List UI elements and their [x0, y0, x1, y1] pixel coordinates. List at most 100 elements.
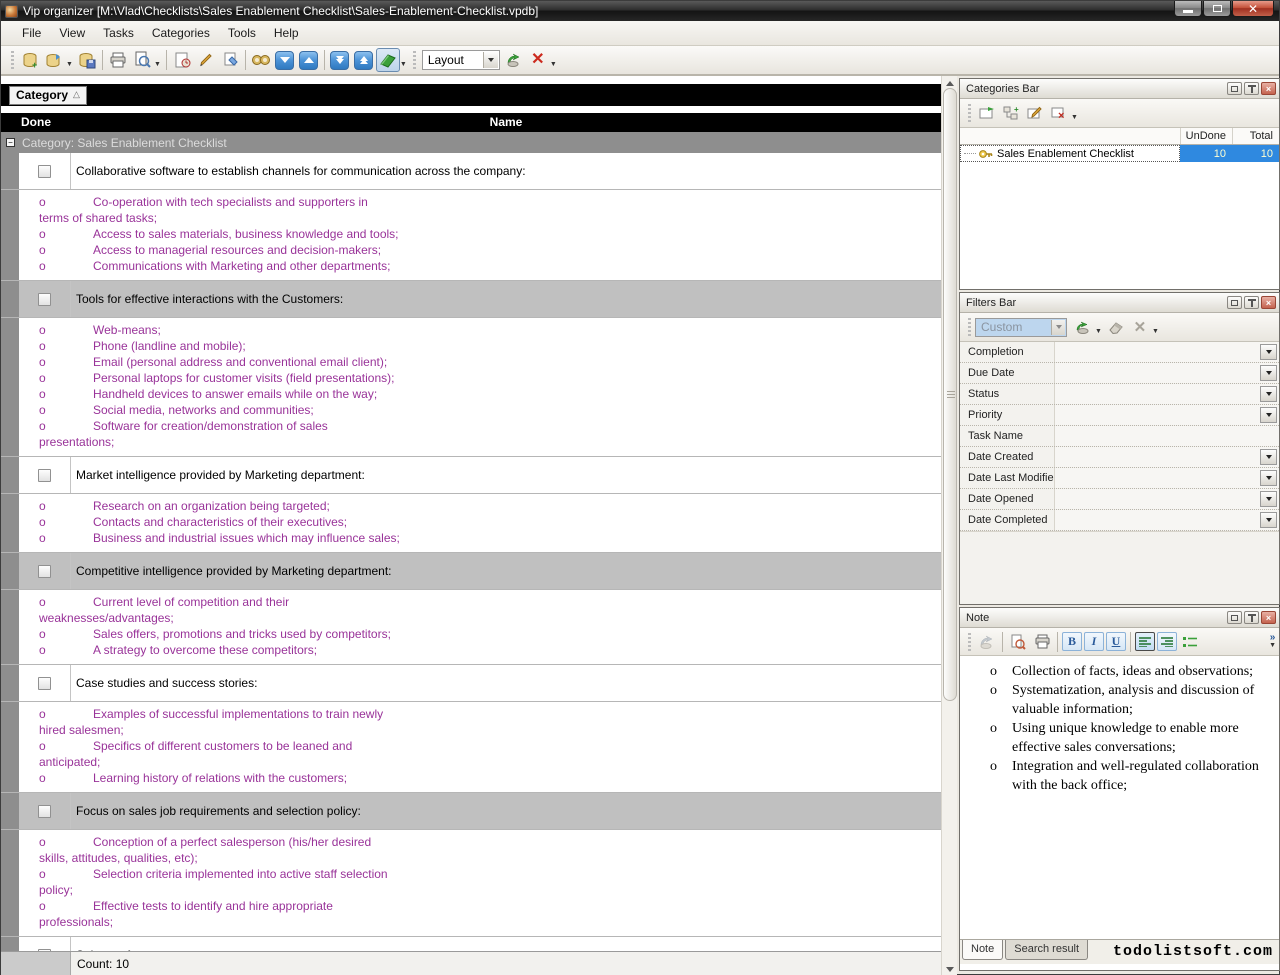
- note-toolbar-overflow-icon[interactable]: »▼: [1269, 634, 1276, 650]
- apply-layout-icon[interactable]: [502, 48, 526, 72]
- bullet-list-icon[interactable]: [1178, 630, 1202, 654]
- new-category-icon[interactable]: [975, 101, 999, 125]
- save-database-icon[interactable]: [75, 48, 99, 72]
- task-list-scrollbar[interactable]: [941, 76, 957, 975]
- close-button[interactable]: ✕: [1232, 1, 1274, 17]
- note-close-icon[interactable]: ×: [1261, 611, 1276, 624]
- layout-dropdown-icon[interactable]: ▼: [400, 61, 407, 68]
- open-database-dropdown-icon[interactable]: ▼: [66, 61, 73, 68]
- toolbar-overflow-icon[interactable]: ▼: [550, 61, 557, 68]
- open-database-icon[interactable]: [42, 48, 66, 72]
- task-row[interactable]: Sales performance management:: [1, 937, 941, 951]
- print-dropdown-icon[interactable]: ▼: [154, 61, 161, 68]
- filter-value-field[interactable]: [1055, 405, 1279, 425]
- delete-task-icon[interactable]: [218, 48, 242, 72]
- collapse-group-icon[interactable]: −: [6, 138, 15, 147]
- delete-layout-icon[interactable]: ✕: [526, 48, 550, 72]
- filter-value-field[interactable]: [1055, 363, 1279, 383]
- scroll-down-icon[interactable]: [943, 962, 957, 975]
- menu-file[interactable]: File: [13, 23, 50, 43]
- note-preview-icon[interactable]: [1006, 630, 1030, 654]
- column-header-done[interactable]: Done: [1, 113, 71, 132]
- menu-help[interactable]: Help: [265, 23, 308, 43]
- filter-dropdown-icon[interactable]: [1260, 365, 1277, 381]
- menu-tasks[interactable]: Tasks: [94, 23, 143, 43]
- filter-value-field[interactable]: [1055, 384, 1279, 404]
- category-row[interactable]: Sales Enablement Checklist1010: [960, 145, 1279, 162]
- categories-pin-icon[interactable]: [1244, 82, 1259, 95]
- task-row[interactable]: Competitive intelligence provided by Mar…: [1, 553, 941, 590]
- apply-filter-icon[interactable]: [1071, 315, 1095, 339]
- layout-combobox-arrow-icon[interactable]: [483, 52, 498, 68]
- tab-note[interactable]: Note: [962, 940, 1003, 960]
- clear-filter-icon[interactable]: [1104, 315, 1128, 339]
- categories-toolbar-overflow-icon[interactable]: ▼: [1071, 114, 1078, 121]
- total-column-header[interactable]: Total: [1232, 128, 1279, 144]
- filter-value-field[interactable]: [1055, 489, 1279, 509]
- categories-close-icon[interactable]: ×: [1261, 82, 1276, 95]
- filter-preset-combobox[interactable]: Custom: [975, 318, 1067, 337]
- edit-category-icon[interactable]: [1023, 101, 1047, 125]
- category-group-row[interactable]: − Category: Sales Enablement Checklist: [1, 132, 941, 153]
- filter-dropdown-icon[interactable]: [1260, 344, 1277, 360]
- print-icon[interactable]: [106, 48, 130, 72]
- edit-task-icon[interactable]: [194, 48, 218, 72]
- underline-icon[interactable]: U: [1106, 632, 1126, 651]
- note-content[interactable]: oCollection of facts, ideas and observat…: [960, 656, 1279, 939]
- bold-icon[interactable]: B: [1062, 632, 1082, 651]
- task-checkbox[interactable]: [38, 165, 51, 178]
- group-by-category-button[interactable]: Category △: [9, 86, 87, 105]
- menu-view[interactable]: View: [50, 23, 94, 43]
- task-row[interactable]: Focus on sales job requirements and sele…: [1, 793, 941, 830]
- new-database-icon[interactable]: +: [18, 48, 42, 72]
- category-row-label-area[interactable]: Sales Enablement Checklist: [960, 145, 1180, 162]
- filter-dropdown-icon[interactable]: [1260, 470, 1277, 486]
- filter-dropdown-icon[interactable]: [1260, 512, 1277, 528]
- print-preview-icon[interactable]: [130, 48, 154, 72]
- filters-pin-icon[interactable]: [1244, 296, 1259, 309]
- filter-value-field[interactable]: [1055, 510, 1279, 530]
- note-apply-icon[interactable]: [975, 630, 999, 654]
- delete-filter-icon[interactable]: ✕: [1128, 315, 1152, 339]
- filters-restore-icon[interactable]: [1227, 296, 1242, 309]
- task-row[interactable]: Market intelligence provided by Marketin…: [1, 457, 941, 494]
- align-left-icon[interactable]: [1135, 632, 1155, 651]
- note-restore-icon[interactable]: [1227, 611, 1242, 624]
- delete-category-icon[interactable]: ×: [1047, 101, 1071, 125]
- apply-filter-dropdown-icon[interactable]: ▼: [1095, 328, 1102, 335]
- move-down-icon[interactable]: [273, 48, 297, 72]
- restore-button[interactable]: [1203, 1, 1231, 17]
- minimize-button[interactable]: [1174, 1, 1202, 17]
- column-header-name[interactable]: Name: [71, 113, 941, 132]
- filter-value-field[interactable]: [1055, 447, 1279, 467]
- task-checkbox[interactable]: [38, 469, 51, 482]
- tab-search-result[interactable]: Search result: [1005, 940, 1088, 960]
- task-checkbox[interactable]: [38, 805, 51, 818]
- task-row[interactable]: Case studies and success stories:: [1, 665, 941, 702]
- scrollbar-thumb[interactable]: [943, 88, 957, 701]
- move-up-icon[interactable]: [297, 48, 321, 72]
- filter-dropdown-icon[interactable]: [1260, 491, 1277, 507]
- task-checkbox[interactable]: [38, 565, 51, 578]
- filters-toolbar-overflow-icon[interactable]: ▼: [1152, 328, 1159, 335]
- task-checkbox[interactable]: [38, 293, 51, 306]
- find-icon[interactable]: [249, 48, 273, 72]
- new-subcategory-icon[interactable]: +: [999, 101, 1023, 125]
- align-right-icon[interactable]: [1157, 632, 1177, 651]
- undone-column-header[interactable]: UnDone: [1180, 128, 1232, 144]
- note-pin-icon[interactable]: [1244, 611, 1259, 624]
- categories-restore-icon[interactable]: [1227, 82, 1242, 95]
- filters-close-icon[interactable]: ×: [1261, 296, 1276, 309]
- filter-preset-arrow-icon[interactable]: [1051, 320, 1065, 335]
- filter-value-field[interactable]: [1055, 342, 1279, 362]
- move-top-icon[interactable]: [352, 48, 376, 72]
- filter-dropdown-icon[interactable]: [1260, 386, 1277, 402]
- new-task-icon[interactable]: [170, 48, 194, 72]
- filter-dropdown-icon[interactable]: [1260, 449, 1277, 465]
- filter-value-field[interactable]: [1055, 426, 1279, 446]
- task-checkbox[interactable]: [38, 677, 51, 690]
- filter-value-field[interactable]: [1055, 468, 1279, 488]
- filter-dropdown-icon[interactable]: [1260, 407, 1277, 423]
- layout-view-icon[interactable]: [376, 48, 400, 72]
- task-row[interactable]: Collaborative software to establish chan…: [1, 153, 941, 190]
